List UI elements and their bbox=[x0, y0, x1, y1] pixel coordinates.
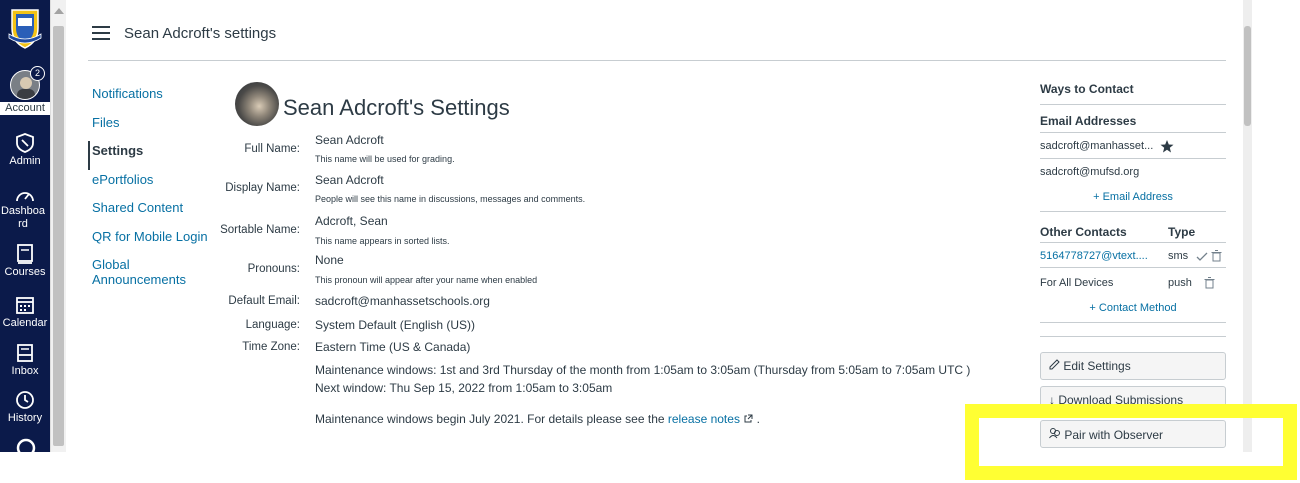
nav-inbox-label: Inbox bbox=[11, 365, 39, 377]
book-icon bbox=[17, 244, 33, 264]
header-divider bbox=[88, 60, 1226, 61]
sortable-name-value: Adcroft, Sean bbox=[315, 214, 388, 228]
display-name-label: Display Name: bbox=[225, 182, 300, 194]
nav-account-label: Account bbox=[0, 102, 50, 115]
full-name-value: Sean Adcroft bbox=[315, 133, 384, 147]
nav-dashboard-label: Dashboa rd bbox=[0, 205, 46, 230]
contact-name-link[interactable]: 5164778727@vtext.... bbox=[1040, 250, 1148, 262]
divider bbox=[1040, 211, 1226, 212]
trash-icon[interactable] bbox=[1204, 277, 1215, 289]
page-scrollbar[interactable] bbox=[1243, 0, 1252, 452]
next-maintenance-window: Next window: Thu Sep 15, 2022 from 1:05a… bbox=[315, 381, 613, 395]
external-link-icon bbox=[744, 414, 753, 423]
profile-avatar[interactable] bbox=[235, 82, 279, 126]
other-contacts-label: Other Contacts bbox=[1040, 225, 1127, 239]
default-email-label: Default Email: bbox=[228, 295, 300, 307]
full-name-hint: This name will be used for grading. bbox=[315, 154, 455, 164]
subnav-global-announcements[interactable]: Global Announcements bbox=[88, 255, 218, 295]
maintenance-notes-text: Maintenance windows begin July 2021. For… bbox=[315, 412, 665, 426]
maintenance-notes-end: . bbox=[756, 412, 760, 426]
add-email-button[interactable]: + Email Address bbox=[1040, 191, 1226, 203]
dashboard-icon bbox=[16, 192, 34, 202]
nav-history-label: History bbox=[7, 412, 43, 424]
ways-to-contact-heading: Ways to Contact bbox=[1040, 82, 1134, 96]
nav-account[interactable]: 2 Account bbox=[0, 66, 50, 115]
email-item[interactable]: sadcroft@mufsd.org bbox=[1040, 166, 1226, 178]
trash-icon[interactable] bbox=[1211, 250, 1222, 262]
subnav-files[interactable]: Files bbox=[88, 113, 218, 142]
subnav-settings[interactable]: Settings bbox=[88, 141, 218, 170]
nav-admin-label: Admin bbox=[9, 155, 41, 167]
divider bbox=[1040, 104, 1226, 105]
divider bbox=[1040, 242, 1226, 243]
nav-courses[interactable]: Courses bbox=[0, 243, 50, 279]
sortable-name-hint: This name appears in sorted lists. bbox=[315, 236, 450, 246]
maintenance-windows: Maintenance windows: 1st and 3rd Thursda… bbox=[315, 363, 971, 377]
nav-scrollbar[interactable] bbox=[50, 0, 66, 452]
contact-type: sms bbox=[1168, 250, 1189, 262]
email-address: sadcroft@manhasset... bbox=[1040, 140, 1154, 152]
default-email-value: sadcroft@manhassetschools.org bbox=[315, 294, 490, 308]
display-name-hint: People will see this name in discussions… bbox=[315, 194, 586, 204]
default-star-icon[interactable] bbox=[1160, 140, 1174, 153]
release-notes-link[interactable]: release notes bbox=[668, 412, 740, 426]
edit-settings-label: Edit Settings bbox=[1063, 359, 1131, 373]
global-nav: 2 Account Admin Dashboa rd Courses Calen… bbox=[0, 0, 50, 452]
contact-row: For All Devices push bbox=[1040, 277, 1226, 289]
help-icon[interactable] bbox=[16, 438, 36, 452]
subnav-notifications[interactable]: Notifications bbox=[88, 84, 218, 113]
language-value: System Default (English (US)) bbox=[315, 318, 476, 332]
divider bbox=[1040, 158, 1226, 159]
notification-badge: 2 bbox=[30, 66, 45, 81]
contact-type: push bbox=[1168, 277, 1192, 289]
nav-dashboard[interactable]: Dashboa rd bbox=[0, 186, 50, 231]
full-name-label: Full Name: bbox=[244, 143, 300, 155]
display-name-value: Sean Adcroft bbox=[315, 173, 384, 187]
subnav-shared-content[interactable]: Shared Content bbox=[88, 198, 218, 227]
school-logo[interactable] bbox=[6, 4, 44, 50]
time-zone-value: Eastern Time (US & Canada) bbox=[315, 340, 471, 354]
email-item[interactable]: sadcroft@manhasset... bbox=[1040, 140, 1226, 153]
clock-icon bbox=[16, 391, 34, 409]
nav-courses-label: Courses bbox=[4, 266, 46, 278]
contact-name: For All Devices bbox=[1040, 277, 1114, 289]
time-zone-label: Time Zone: bbox=[242, 341, 300, 353]
pronouns-hint: This pronoun will appear after your name… bbox=[315, 275, 538, 285]
email-addresses-heading: Email Addresses bbox=[1040, 114, 1137, 128]
pronouns-value: None bbox=[315, 253, 344, 267]
page-title: Sean Adcroft's Settings bbox=[283, 95, 510, 120]
divider bbox=[1040, 132, 1226, 133]
pronouns-label: Pronouns: bbox=[247, 263, 300, 275]
nav-calendar[interactable]: Calendar bbox=[0, 294, 50, 330]
subnav-eportfolios[interactable]: ePortfolios bbox=[88, 170, 218, 199]
breadcrumb[interactable]: Sean Adcroft's settings bbox=[124, 25, 276, 42]
edit-settings-button[interactable]: Edit Settings bbox=[1040, 352, 1226, 380]
pencil-icon bbox=[1049, 359, 1060, 370]
calendar-icon bbox=[16, 297, 34, 314]
nav-history[interactable]: History bbox=[0, 389, 50, 425]
divider bbox=[1040, 336, 1226, 337]
settings-subnav: Notifications Files Settings ePortfolios… bbox=[88, 84, 218, 295]
shield-icon bbox=[16, 133, 34, 153]
other-contacts-heading: Other Contacts Type bbox=[1040, 225, 1226, 239]
check-icon[interactable] bbox=[1196, 252, 1208, 262]
divider bbox=[1040, 322, 1226, 323]
inbox-icon bbox=[17, 344, 33, 362]
maintenance-notes: Maintenance windows begin July 2021. For… bbox=[315, 410, 760, 428]
contact-row: 5164778727@vtext.... sms bbox=[1040, 250, 1226, 262]
nav-admin[interactable]: Admin bbox=[0, 132, 50, 168]
hamburger-menu-icon[interactable] bbox=[92, 26, 110, 40]
divider bbox=[1040, 267, 1226, 268]
subnav-qr-login[interactable]: QR for Mobile Login bbox=[88, 227, 218, 256]
nav-inbox[interactable]: Inbox bbox=[0, 342, 50, 378]
sortable-name-label: Sortable Name: bbox=[220, 224, 300, 236]
add-contact-method-button[interactable]: + Contact Method bbox=[1040, 302, 1226, 314]
nav-calendar-label: Calendar bbox=[2, 317, 48, 329]
language-label: Language: bbox=[245, 319, 300, 331]
highlight-box bbox=[965, 404, 1297, 480]
type-column-heading: Type bbox=[1168, 225, 1196, 239]
